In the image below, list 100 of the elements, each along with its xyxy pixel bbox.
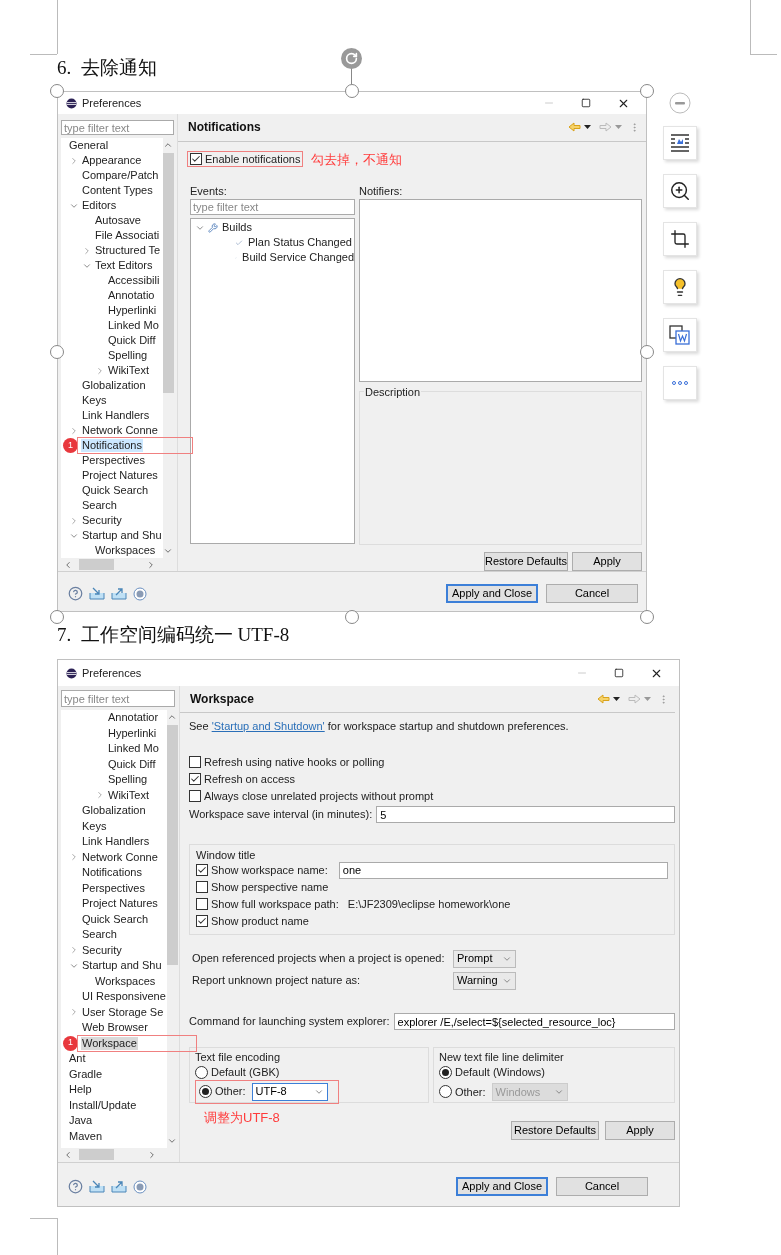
resize-handle[interactable] (640, 84, 654, 98)
checkbox-label[interactable]: Show product name (211, 912, 309, 930)
vertical-scrollbar[interactable] (162, 138, 174, 558)
radio-button[interactable] (195, 1065, 208, 1079)
checkbox[interactable] (189, 790, 201, 802)
tree-item[interactable]: Annotatior (107, 711, 160, 725)
tree-item[interactable]: WikiText (107, 364, 150, 377)
tree-item[interactable]: Appearance (81, 154, 143, 167)
checkbox-label[interactable]: Refresh using native hooks or polling (204, 753, 385, 771)
tree-item[interactable]: Gradle (68, 1067, 104, 1081)
tree-item[interactable]: Structured Te (94, 244, 162, 257)
scroll-left-icon[interactable] (63, 559, 73, 570)
chevron-right-icon[interactable] (95, 365, 105, 376)
resize-handle[interactable] (50, 610, 64, 624)
scroll-down-icon[interactable] (167, 1136, 178, 1146)
checkbox-label[interactable]: Show perspective name (211, 878, 329, 896)
checkbox[interactable] (189, 756, 201, 768)
tree-item[interactable]: Link Handlers (81, 409, 151, 422)
tree-item[interactable]: File Associati (94, 229, 161, 242)
tree-item[interactable]: General (68, 139, 110, 152)
resize-handle[interactable] (640, 345, 654, 359)
resize-handle[interactable] (640, 610, 654, 624)
chevron-right-icon[interactable] (82, 245, 92, 256)
tree-item[interactable]: Quick Search (81, 484, 150, 497)
checkbox-label[interactable]: Enable notifications (205, 151, 301, 168)
tree-item[interactable]: Spelling (107, 773, 149, 787)
dialog-button[interactable]: Apply and Close (446, 584, 538, 603)
dialog-button[interactable]: Apply (605, 1121, 675, 1140)
record-icon[interactable] (133, 1179, 147, 1194)
scroll-left-icon[interactable] (63, 1149, 73, 1160)
tree-item[interactable]: Autosave (94, 214, 142, 227)
tree-item[interactable]: Keys (81, 394, 108, 407)
save-interval-field[interactable]: 5 (376, 806, 675, 823)
radio-label[interactable]: Default (Windows) (455, 1064, 545, 1081)
rotate-handle[interactable] (341, 48, 362, 69)
events-filter-field[interactable]: type filter text (190, 199, 355, 215)
checkbox-label[interactable]: Always close unrelated projects without prompt (204, 787, 434, 805)
tree-item[interactable]: Java (68, 1114, 94, 1128)
tree-item[interactable]: Startup and Shu (81, 529, 163, 542)
convert-button[interactable] (663, 318, 697, 352)
tree-item[interactable]: Maven (68, 1129, 104, 1143)
dialog-button[interactable]: Cancel (556, 1177, 648, 1196)
help-icon[interactable] (68, 586, 83, 601)
text-wrap-button[interactable] (663, 126, 697, 160)
tree-item[interactable]: Install/Update (68, 1098, 138, 1112)
tree-item[interactable]: Compare/Patch (81, 169, 160, 182)
tree-item[interactable]: Accessibili (107, 274, 161, 287)
resize-handle[interactable] (345, 610, 359, 624)
tree-item[interactable]: Search (81, 499, 118, 512)
tree-item[interactable]: Security (81, 514, 123, 527)
tree-item[interactable]: Hyperlinki (107, 304, 158, 317)
tree-item[interactable]: Network Conne (81, 850, 159, 864)
checkbox[interactable] (196, 915, 208, 927)
chevron-right-icon[interactable] (69, 945, 79, 956)
dialog-button[interactable]: Restore Defaults (484, 552, 568, 571)
chevron-right-icon[interactable] (69, 1007, 79, 1018)
checkbox[interactable] (190, 153, 202, 166)
tree-item[interactable]: Security (81, 943, 123, 957)
dropdown-triangle-icon[interactable] (613, 697, 620, 701)
scroll-up-icon[interactable] (167, 712, 178, 722)
chevron-right-icon[interactable] (69, 852, 79, 863)
tree-item[interactable]: Hyperlinki (107, 726, 158, 740)
tree-item[interactable]: Keys (81, 819, 108, 833)
tree-item[interactable]: Linked Mo (107, 319, 160, 332)
tree-item[interactable]: Search (81, 928, 118, 942)
checkbox-label[interactable]: Refresh on access (204, 770, 296, 788)
chevron-right-icon[interactable] (69, 515, 79, 526)
dropdown[interactable]: Prompt (453, 949, 516, 968)
tree-item[interactable]: UI Responsivene (81, 990, 167, 1004)
radio-button[interactable] (439, 1065, 452, 1079)
tree-item[interactable]: Globalization (81, 804, 147, 818)
checkbox[interactable] (196, 864, 208, 876)
scroll-right-icon[interactable] (147, 1149, 157, 1160)
scrollbar-thumb[interactable] (79, 1149, 114, 1160)
resize-handle[interactable] (50, 345, 64, 359)
resize-handle[interactable] (50, 84, 64, 98)
export-icon[interactable] (111, 587, 127, 600)
tree-item[interactable]: Globalization (81, 379, 147, 392)
tree-item[interactable]: Project Natures (81, 469, 159, 482)
help-icon[interactable] (68, 1179, 83, 1194)
tree-item[interactable]: Annotatio (107, 289, 156, 302)
tree-item[interactable]: Project Natures (81, 897, 159, 911)
tree-item[interactable]: Quick Diff (107, 757, 157, 771)
scroll-right-icon[interactable] (146, 559, 156, 570)
chevron-right-icon[interactable] (69, 425, 79, 436)
checkbox-label[interactable]: Show full workspace path: (211, 895, 339, 913)
dropdown[interactable]: UTF-8 (251, 1082, 328, 1101)
tree-item[interactable]: Workspaces (94, 544, 157, 557)
scrollbar-thumb[interactable] (162, 153, 174, 393)
tree-item[interactable]: Editors (81, 199, 118, 212)
radio-label[interactable]: Other: (215, 1083, 246, 1100)
tree-item[interactable]: User Storage Se (81, 1005, 165, 1019)
tree-item[interactable]: Link Handlers (81, 835, 151, 849)
vertical-scrollbar[interactable] (166, 710, 178, 1148)
tree-item[interactable]: Web Browser (81, 1021, 149, 1035)
more-button[interactable] (663, 366, 697, 400)
tree-item[interactable]: Help (68, 1083, 93, 1097)
chevron-right-icon[interactable] (69, 155, 79, 166)
import-icon[interactable] (89, 1180, 105, 1193)
maximize-icon[interactable] (581, 98, 591, 108)
